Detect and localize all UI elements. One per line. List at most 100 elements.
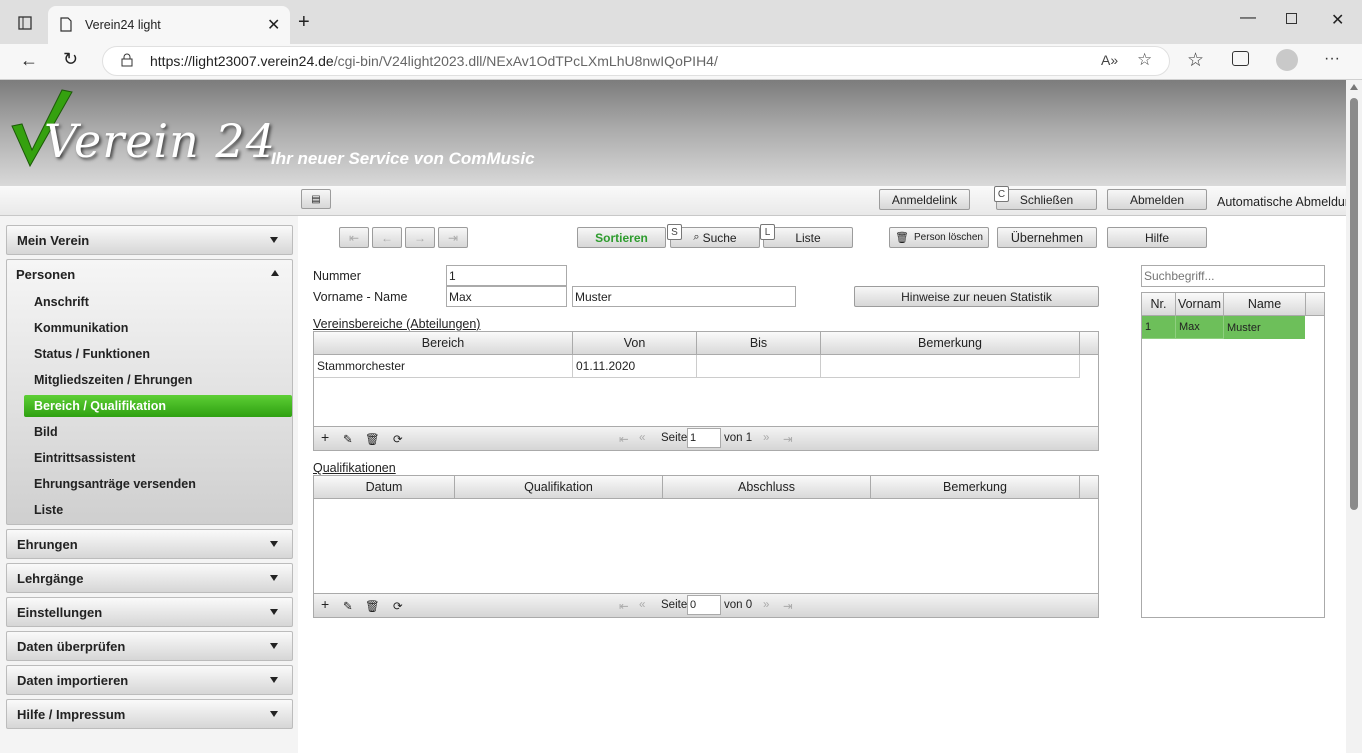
- shortcut-l-badge: L: [760, 224, 775, 240]
- page-input[interactable]: 1: [687, 428, 721, 448]
- table-cell-bemerkung[interactable]: [821, 355, 1080, 378]
- sortieren-button[interactable]: Sortieren: [577, 227, 666, 248]
- column-name[interactable]: Name: [1224, 293, 1306, 315]
- table-cell-bis[interactable]: [697, 355, 821, 378]
- table-cell-von[interactable]: 01.11.2020: [573, 355, 697, 378]
- sidebar-item-ehrungsantraege[interactable]: Ehrungsanträge versenden: [24, 473, 292, 495]
- abmelden-button[interactable]: Abmelden: [1107, 189, 1207, 210]
- last-record-button[interactable]: ⇥: [438, 227, 468, 248]
- sidebar-section-ehrungen[interactable]: Ehrungen: [6, 529, 293, 559]
- more-icon[interactable]: ···: [1324, 50, 1340, 68]
- name-field[interactable]: Muster: [572, 286, 796, 307]
- edit-icon[interactable]: ✎: [343, 599, 353, 613]
- liste-button[interactable]: Liste: [763, 227, 853, 248]
- lock-icon: [121, 53, 133, 70]
- page-scrollbar[interactable]: [1346, 80, 1362, 753]
- add-icon[interactable]: +: [321, 596, 329, 612]
- sidebar-item-bild[interactable]: Bild: [24, 421, 292, 443]
- prev-record-button[interactable]: ←: [372, 227, 402, 248]
- column-bemerkung[interactable]: Bemerkung: [821, 332, 1080, 354]
- column-bemerkung[interactable]: Bemerkung: [871, 476, 1080, 498]
- back-icon[interactable]: ←: [20, 50, 38, 71]
- sidebar-section-daten-importieren[interactable]: Daten importieren: [6, 665, 293, 695]
- next-page-icon[interactable]: »: [763, 599, 769, 611]
- tagline: Ihr neuer Service von ComMusic: [271, 149, 535, 168]
- refresh-icon[interactable]: ⟳: [393, 432, 403, 446]
- profile-avatar[interactable]: [1276, 49, 1298, 71]
- add-favorite-icon[interactable]: ☆: [1137, 50, 1152, 70]
- next-record-button[interactable]: →: [405, 227, 435, 248]
- new-tab-icon[interactable]: +: [298, 11, 310, 34]
- hilfe-button[interactable]: Hilfe: [1107, 227, 1207, 248]
- browser-tab[interactable]: Verein24 light ✕: [48, 6, 290, 44]
- header-banner: Verein 24 Ihr neuer Service von ComMusic: [0, 80, 1346, 186]
- table-row[interactable]: 1 Max Muster: [1142, 316, 1305, 339]
- shortcut-s-badge: S: [667, 224, 682, 240]
- qualifikationen-title: Qualifikationen: [313, 461, 396, 475]
- first-icon: ⇤: [348, 230, 360, 245]
- section-label: Daten überprüfen: [17, 638, 126, 654]
- page-input[interactable]: 0: [687, 595, 721, 615]
- table-cell-bereich[interactable]: Stammorchester: [314, 355, 573, 378]
- anmeldelink-button[interactable]: Anmeldelink: [879, 189, 970, 210]
- uebernehmen-button[interactable]: Übernehmen: [997, 227, 1097, 248]
- sidebar-item-anschrift[interactable]: Anschrift: [24, 291, 292, 313]
- refresh-icon[interactable]: ⟳: [393, 599, 403, 613]
- prev-page-icon[interactable]: «: [639, 432, 645, 444]
- delete-icon[interactable]: 🗑: [365, 432, 380, 446]
- sidebar-section-mein-verein[interactable]: Mein Verein: [6, 225, 293, 255]
- vereinsbereiche-title: Vereinsbereiche (Abteilungen): [313, 317, 481, 331]
- grid-header: Nr. Vornam Name: [1142, 293, 1324, 316]
- sidebar-section-einstellungen[interactable]: Einstellungen: [6, 597, 293, 627]
- vorname-field[interactable]: Max: [446, 286, 567, 307]
- schliessen-button[interactable]: Schließen: [996, 189, 1097, 210]
- sidebar-item-eintrittsassistent[interactable]: Eintrittsassistent: [24, 447, 292, 469]
- sidebar-item-mitgliedszeiten[interactable]: Mitgliedszeiten / Ehrungen: [24, 369, 292, 391]
- tab-actions-icon[interactable]: [14, 12, 36, 34]
- sidebar-item-liste[interactable]: Liste: [24, 499, 292, 521]
- close-tab-icon[interactable]: ✕: [267, 15, 280, 35]
- column-datum[interactable]: Datum: [314, 476, 455, 498]
- column-qualifikation[interactable]: Qualifikation: [455, 476, 663, 498]
- sidebar-item-status-funktionen[interactable]: Status / Funktionen: [24, 343, 292, 365]
- sidebar-section-daten-pruefen[interactable]: Daten überprüfen: [6, 631, 293, 661]
- person-loeschen-button[interactable]: 🗑 Person löschen: [889, 227, 989, 248]
- url-field[interactable]: https://light23007.verein24.de/cgi-bin/V…: [102, 46, 1170, 76]
- sidebar-section-personen[interactable]: Personen: [6, 259, 293, 289]
- column-nr[interactable]: Nr.: [1142, 293, 1176, 315]
- maximize-icon[interactable]: [1286, 13, 1297, 24]
- sidebar-item-bereich-qualifikation[interactable]: Bereich / Qualifikation: [24, 395, 292, 417]
- collections-icon[interactable]: [1232, 51, 1249, 66]
- column-abschluss[interactable]: Abschluss: [663, 476, 871, 498]
- menu-toggle-button[interactable]: ▤: [301, 189, 331, 209]
- sidebar-section-lehrgaenge[interactable]: Lehrgänge: [6, 563, 293, 593]
- edit-icon[interactable]: ✎: [343, 432, 353, 446]
- statistik-hinweise-button[interactable]: Hinweise zur neuen Statistik: [854, 286, 1099, 307]
- favorites-icon[interactable]: ☆: [1187, 49, 1204, 72]
- add-icon[interactable]: +: [321, 429, 329, 445]
- delete-icon[interactable]: 🗑: [365, 599, 380, 613]
- search-input[interactable]: [1141, 265, 1325, 287]
- first-record-button[interactable]: ⇤: [339, 227, 369, 248]
- column-von[interactable]: Von: [573, 332, 697, 354]
- column-bis[interactable]: Bis: [697, 332, 821, 354]
- suche-button[interactable]: ⌕ Suche: [670, 227, 760, 248]
- next-page-icon[interactable]: »: [763, 432, 769, 444]
- prev-page-icon[interactable]: «: [639, 599, 645, 611]
- last-page-icon[interactable]: ⇥: [783, 432, 793, 446]
- first-page-icon[interactable]: ⇤: [619, 432, 629, 446]
- close-window-icon[interactable]: ✕: [1331, 10, 1344, 30]
- last-page-icon[interactable]: ⇥: [783, 599, 793, 613]
- read-aloud-icon[interactable]: A»: [1101, 52, 1118, 68]
- scroll-up-icon[interactable]: [1350, 84, 1358, 90]
- grid-header: Bereich Von Bis Bemerkung: [314, 332, 1098, 355]
- sidebar-section-hilfe[interactable]: Hilfe / Impressum: [6, 699, 293, 729]
- sidebar-item-kommunikation[interactable]: Kommunikation: [24, 317, 292, 339]
- first-page-icon[interactable]: ⇤: [619, 599, 629, 613]
- minimize-icon[interactable]: —: [1240, 9, 1256, 27]
- column-vorname[interactable]: Vornam: [1176, 293, 1224, 315]
- scrollbar-thumb[interactable]: [1350, 98, 1358, 510]
- column-bereich[interactable]: Bereich: [314, 332, 573, 354]
- reload-icon[interactable]: ↻: [63, 49, 78, 70]
- nummer-field[interactable]: 1: [446, 265, 567, 286]
